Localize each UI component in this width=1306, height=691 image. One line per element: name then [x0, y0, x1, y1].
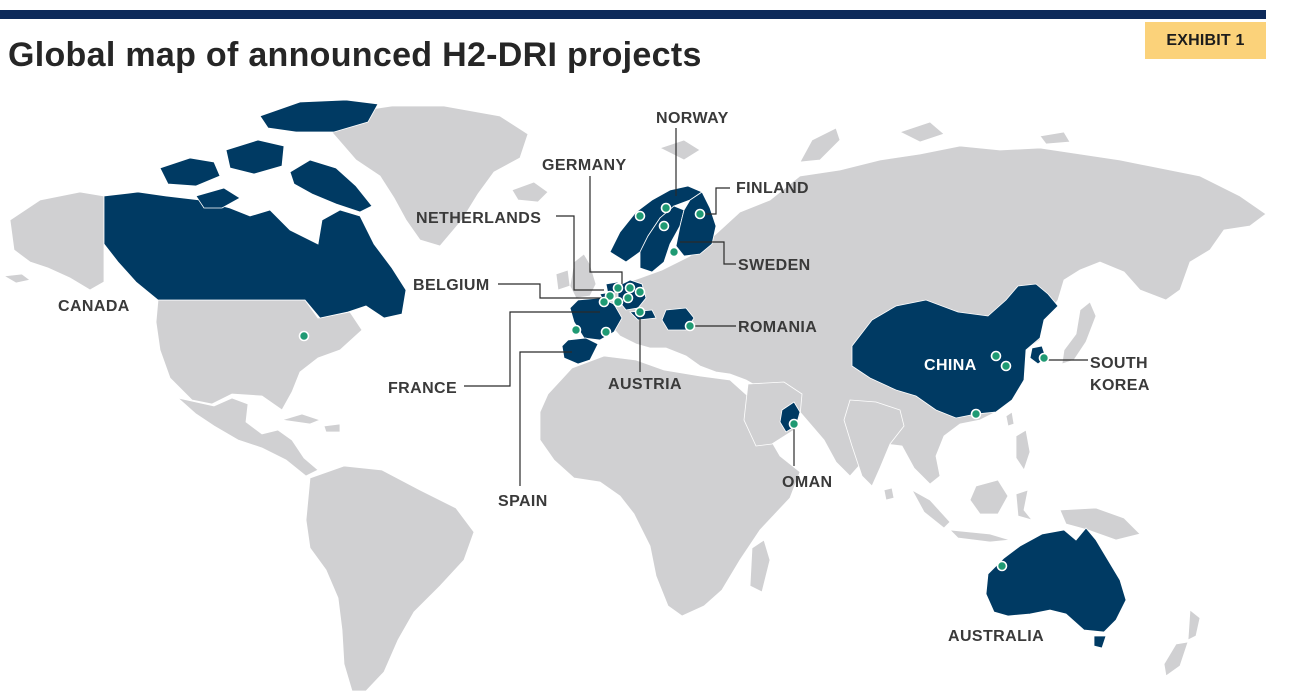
marker-oman [788, 418, 800, 430]
land-sulawesi [1015, 489, 1034, 521]
marker-belgium [598, 296, 610, 308]
land-new-zealand-south [1163, 641, 1189, 677]
land-taiwan [1005, 411, 1015, 427]
marker-austria [634, 306, 646, 318]
world-map: NORWAY GERMANY FINLAND NETHERLANDS SWEDE… [2, 99, 1267, 691]
land-sumatra [910, 488, 951, 529]
marker-norway [634, 210, 646, 222]
label-belgium: BELGIUM [413, 277, 490, 294]
label-france: FRANCE [388, 380, 457, 397]
marker-australia [996, 560, 1008, 572]
land-philippines [1015, 429, 1031, 471]
land-borneo [969, 479, 1009, 515]
country-canada-arctic-1 [159, 157, 221, 187]
land-svalbard [658, 139, 701, 161]
label-south-korea-line1: SOUTH [1090, 355, 1148, 372]
country-australia-tasmania [1093, 635, 1107, 649]
land-hispaniola [323, 423, 341, 433]
land-usa [155, 299, 363, 411]
label-sweden: SWEDEN [738, 257, 811, 274]
marker-sweden-2 [658, 220, 670, 232]
leader-germany [589, 176, 623, 284]
label-austria: AUSTRIA [608, 376, 682, 393]
label-australia: AUSTRALIA [948, 628, 1044, 645]
label-germany: GERMANY [542, 157, 627, 174]
marker-germany-2 [624, 282, 636, 294]
marker-romania [684, 320, 696, 332]
marker-finland [694, 208, 706, 220]
marker-canada [298, 330, 310, 342]
country-canada-baffin [289, 159, 373, 213]
label-south-korea-line2: KOREA [1090, 377, 1150, 394]
marker-france [600, 326, 612, 338]
marker-germany-4 [622, 292, 634, 304]
label-china: CHINA [924, 357, 977, 374]
land-madagascar [749, 539, 771, 593]
land-iceland [511, 181, 549, 203]
land-aleutians [2, 273, 31, 284]
land-mexico [176, 397, 319, 477]
land-south-america [305, 465, 475, 691]
country-australia [985, 527, 1127, 633]
marker-china-2 [1000, 360, 1012, 372]
label-norway: NORWAY [656, 110, 729, 127]
label-oman: OMAN [782, 474, 832, 491]
marker-spain [570, 324, 582, 336]
marker-germany-1 [612, 282, 624, 294]
land-sri-lanka [883, 487, 895, 501]
country-canada-victoria [195, 187, 241, 209]
land-cuba [281, 413, 322, 425]
country-canada-arctic-2 [225, 139, 285, 175]
marker-germany-3 [634, 286, 646, 298]
land-severnaya-zemlya [898, 121, 945, 143]
marker-sweden-1 [660, 202, 672, 214]
label-canada: CANADA [58, 298, 130, 315]
land-ireland [555, 269, 571, 291]
land-new-zealand-north [1187, 609, 1201, 641]
marker-sweden-3 [668, 246, 680, 258]
marker-china-1 [990, 350, 1002, 362]
marker-germany-5 [612, 296, 624, 308]
label-finland: FINLAND [736, 180, 809, 197]
label-netherlands: NETHERLANDS [416, 210, 541, 227]
land-new-guinea [1059, 507, 1141, 541]
label-spain: SPAIN [498, 493, 548, 510]
marker-south-korea [1038, 352, 1050, 364]
land-java [948, 529, 1011, 543]
label-romania: ROMANIA [738, 319, 817, 336]
land-novaya-zemlya [799, 127, 841, 163]
land-new-siberian-isl [1039, 131, 1071, 145]
marker-china-3 [970, 408, 982, 420]
